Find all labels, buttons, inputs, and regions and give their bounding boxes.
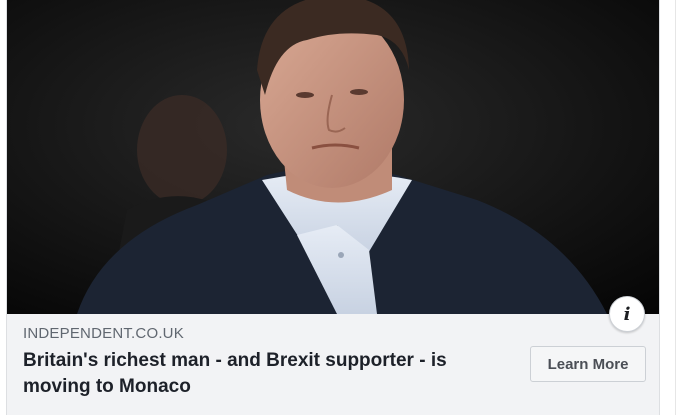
link-domain: INDEPENDENT.CO.UK bbox=[23, 325, 184, 342]
link-headline[interactable]: Britain's richest man - and Brexit suppo… bbox=[23, 348, 513, 400]
info-icon[interactable]: i bbox=[609, 296, 645, 332]
photo-of-man-icon bbox=[7, 0, 659, 314]
link-preview-card[interactable]: i INDEPENDENT.CO.UK Britain's richest ma… bbox=[6, 0, 660, 415]
right-edge-divider bbox=[675, 0, 683, 415]
learn-more-button[interactable]: Learn More bbox=[530, 346, 646, 382]
article-image[interactable] bbox=[7, 0, 659, 314]
